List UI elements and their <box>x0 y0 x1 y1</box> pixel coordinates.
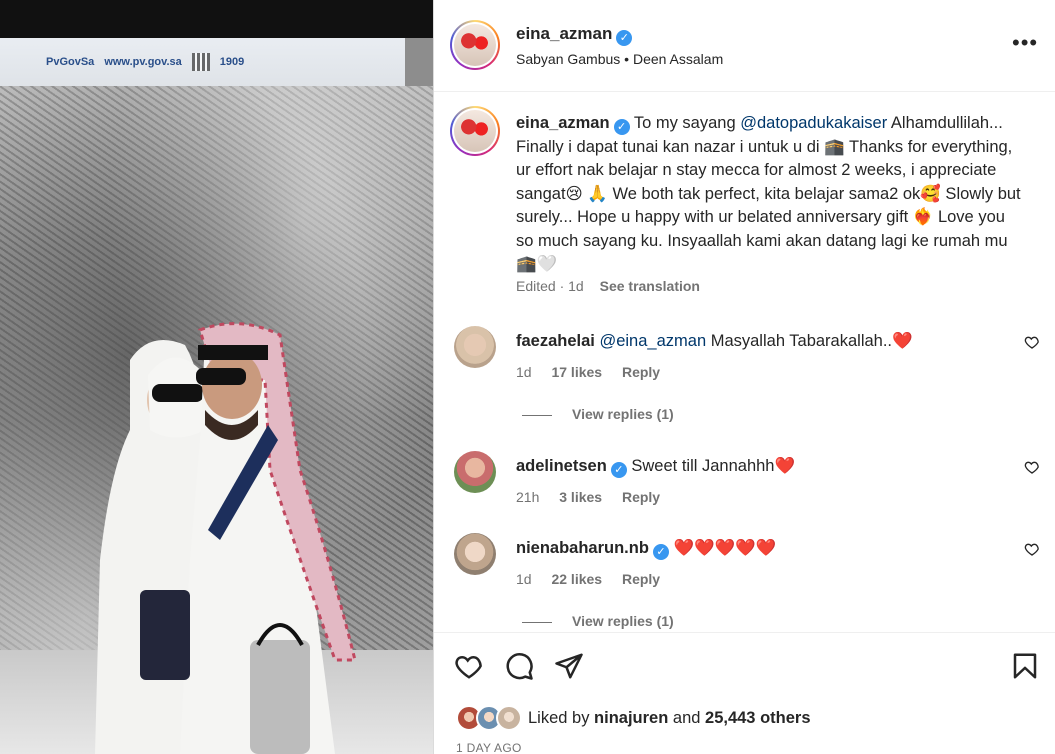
comment-like-heart-icon[interactable] <box>1024 459 1040 475</box>
verified-icon: ✓ <box>652 544 669 560</box>
liked-by-user[interactable]: ninajuren <box>594 709 668 728</box>
comment-time: 21h <box>516 489 540 505</box>
comment-emoji: ❤️ <box>892 332 913 350</box>
liker-avatar <box>496 705 522 731</box>
see-translation-link[interactable]: See translation <box>600 278 700 294</box>
commenter-avatar[interactable] <box>454 326 496 368</box>
comment-icon[interactable] <box>504 651 534 681</box>
comment-text: nienabaharun.nb ✓ ❤️❤️❤️❤️❤️ <box>516 537 1016 560</box>
commenter-username[interactable]: adelinetsen <box>516 457 607 475</box>
comment-likes[interactable]: 3 likes <box>559 489 602 505</box>
caption-meta: Edited · 1d See translation <box>516 278 700 294</box>
commenter-username[interactable]: nienabaharun.nb <box>516 539 649 557</box>
comment-actions: 1d 22 likes Reply <box>516 571 676 587</box>
bookmark-icon[interactable] <box>1010 651 1040 681</box>
share-icon[interactable] <box>554 651 584 681</box>
comment-time: 1d <box>516 571 532 587</box>
view-replies-label: View replies (1) <box>572 406 674 422</box>
comment-text: faezahelai✓ @eina_azman Masyallah Tabara… <box>516 330 1016 352</box>
comment-like-heart-icon[interactable] <box>1024 334 1040 350</box>
view-replies-button[interactable]: View replies (1) <box>522 613 674 629</box>
commenter-avatar[interactable] <box>454 533 496 575</box>
comment-body: Sweet till Jannahhh <box>626 457 775 475</box>
caption-body: Alhamdullilah... Finally i dapat tunai k… <box>516 114 1021 273</box>
comment-like-heart-icon[interactable] <box>1024 541 1040 557</box>
liked-by-avatars <box>456 705 526 731</box>
comment-likes[interactable]: 17 likes <box>551 364 602 380</box>
reply-button[interactable]: Reply <box>622 364 660 380</box>
liked-by-and: and <box>668 708 706 727</box>
comment-likes[interactable]: 22 likes <box>551 571 602 587</box>
post-details-panel: eina_azman ✓ Sabyan Gambus • Deen Assalam… <box>433 0 1055 754</box>
view-replies-label: View replies (1) <box>572 613 674 629</box>
couple-figure <box>95 322 357 754</box>
verified-icon: ✓ <box>613 119 630 135</box>
more-icon[interactable]: ••• <box>1012 32 1038 54</box>
caption-mention[interactable]: @datopadukakaiser <box>740 114 887 132</box>
comment-emoji: ❤️ <box>774 457 796 475</box>
comment-actions: 1d 17 likes Reply <box>516 364 676 380</box>
comment-text: adelinetsen ✓ Sweet till Jannahhh❤️ <box>516 455 1016 478</box>
liked-by-prefix: Liked by <box>528 708 595 727</box>
comment-time: 1d <box>516 364 532 380</box>
verified-icon: ✓ <box>616 30 633 46</box>
caption-username[interactable]: eina_azman <box>516 114 610 132</box>
caption-edited-time: Edited · 1d <box>516 278 584 294</box>
post-header: eina_azman ✓ Sabyan Gambus • Deen Assalam… <box>434 0 1055 92</box>
post-action-bar: Liked by ninajuren and 25,443 others 1 D… <box>434 632 1055 754</box>
commenter-avatar[interactable] <box>454 451 496 493</box>
caption-text: eina_azman ✓ To my sayang @datopadukakais… <box>516 112 1026 277</box>
reply-button[interactable]: Reply <box>622 571 660 587</box>
view-replies-button[interactable]: View replies (1) <box>522 406 674 422</box>
post-photo[interactable]: PvGovSa www.pv.gov.sa 1909 <box>0 0 433 754</box>
comment-actions: 21h 3 likes Reply <box>516 489 676 505</box>
comment-emoji: ❤️❤️❤️❤️❤️ <box>673 539 777 557</box>
liked-by-row[interactable]: Liked by ninajuren and 25,443 others <box>456 705 811 731</box>
commenter-username[interactable]: faezahelai <box>516 332 595 350</box>
author-username-row[interactable]: eina_azman ✓ <box>516 24 633 46</box>
verified-icon: ✓ <box>610 462 627 478</box>
comment-mention[interactable]: @eina_azman <box>599 332 706 350</box>
caption-avatar[interactable] <box>450 106 500 156</box>
post-date[interactable]: 1 DAY AGO <box>456 741 522 754</box>
reply-button[interactable]: Reply <box>622 489 660 505</box>
comment-body: Masyallah Tabarakallah.. <box>706 332 893 350</box>
audio-label[interactable]: Sabyan Gambus • Deen Assalam <box>516 51 723 67</box>
caption-lead: To my sayang <box>629 114 741 132</box>
author-avatar[interactable] <box>450 20 500 70</box>
author-username[interactable]: eina_azman <box>516 24 612 43</box>
heart-icon[interactable] <box>454 651 484 681</box>
likes-count[interactable]: 25,443 others <box>705 709 810 728</box>
